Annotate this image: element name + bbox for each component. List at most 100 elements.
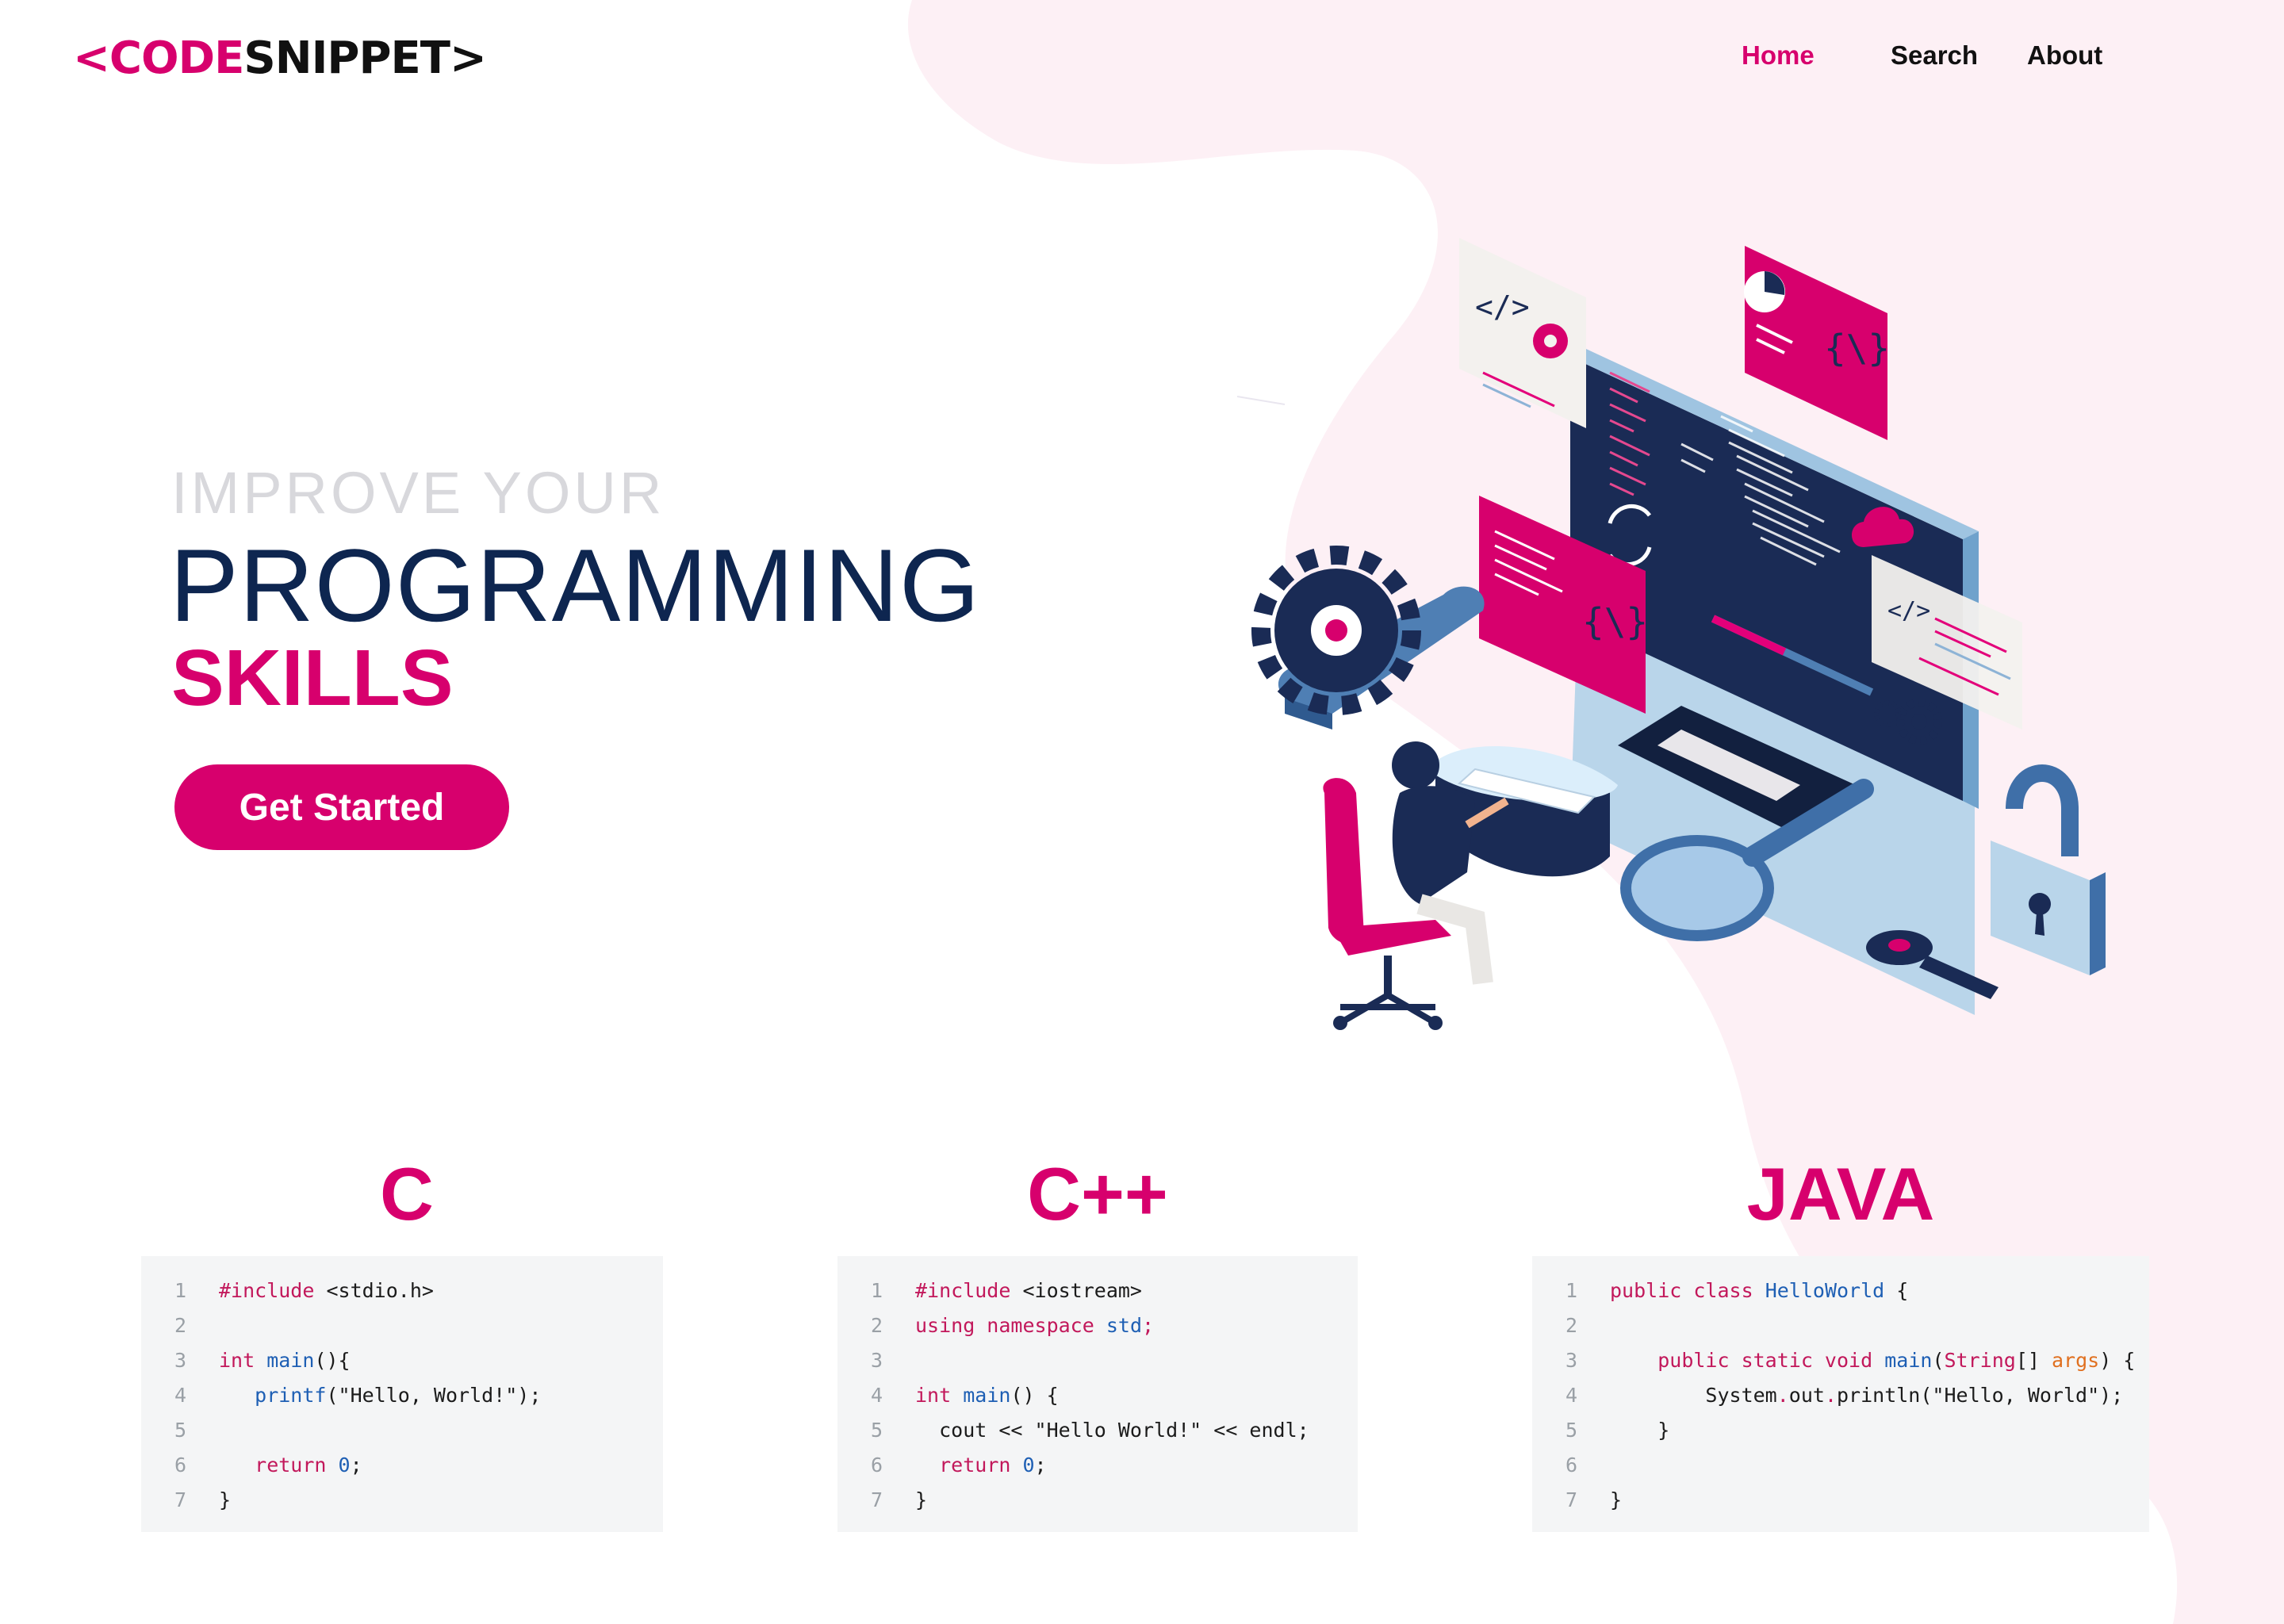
code-line: 2 [141,1308,663,1343]
code-token: { [1884,1279,1909,1302]
line-number: 5 [1565,1419,1578,1442]
code-line: 6 [1532,1448,2149,1483]
code-token: ) { [2099,1349,2136,1372]
logo-code-text: <CODE [73,33,244,84]
line-text: int main(){ [219,1343,351,1378]
line-number: 3 [174,1349,187,1372]
code-token: cout << "Hello World!" << endl; [915,1419,1309,1442]
line-text: System.out.println("Hello, World"); [1610,1378,2123,1413]
line-text: int main() { [915,1378,1059,1413]
code-line: 3 int main(){ [141,1343,663,1378]
lang-title-java: JAVA [1746,1152,1935,1235]
code-token: int [219,1349,255,1372]
line-number: 7 [174,1488,187,1511]
lang-title-cpp: C++ [1027,1152,1168,1235]
code-token: return [939,1454,1011,1477]
logo-snippet-text: SNIPPET> [243,33,486,84]
hero-title: PROGRAMMING [170,527,981,643]
line-number: 3 [1565,1349,1578,1372]
code-line: 7} [1532,1483,2149,1518]
code-token: #include [915,1279,1011,1302]
code-line: 4 int main() { [837,1378,1358,1413]
code-token: } [219,1488,232,1511]
line-number: 6 [871,1454,883,1477]
line-text: printf("Hello, World!"); [219,1378,541,1413]
code-card-cpp[interactable]: 1 #include <iostream> 2 using namespace std… [837,1256,1358,1532]
code-token: public static void [1657,1349,1873,1372]
code-token: } [1610,1488,1623,1511]
code-line: 4 printf("Hello, World!"); [141,1378,663,1413]
code-line: 5 [141,1413,663,1448]
line-number: 5 [871,1419,883,1442]
line-text: #include <stdio.h> [219,1274,434,1308]
line-number: 1 [1565,1279,1578,1302]
code-token: ( [1932,1349,1945,1372]
code-token: printf [255,1384,327,1407]
line-number: 4 [174,1384,187,1407]
code-token: (){ [314,1349,351,1372]
svg-text:</>: </> [1887,597,1930,625]
line-text: } [1610,1413,1669,1448]
code-token: 0 [338,1454,351,1477]
code-line: 1 #include <iostream> [837,1274,1358,1308]
get-started-button[interactable]: Get Started [174,764,509,850]
code-token: args [2051,1349,2100,1372]
code-line: 7} [837,1483,1358,1518]
glow-lines-icon [1237,396,1286,405]
code-token: out [1788,1384,1825,1407]
code-token: <stdio.h> [314,1279,434,1302]
code-line: 5 } [1532,1413,2149,1448]
code-token: using namespace [915,1314,1094,1337]
code-token: HelloWorld [1765,1279,1885,1302]
code-card-java[interactable]: 1 public class HelloWorld {2 3 public stat… [1532,1256,2149,1532]
code-token: ("Hello, World!"); [326,1384,542,1407]
nav-home-link[interactable]: Home [1742,40,1815,71]
brace-tag-icon: {\} [1824,327,1890,370]
nav-search-link[interactable]: Search [1891,40,1978,71]
line-text: } [915,1483,927,1518]
code-tag-icon: </> [1475,289,1530,324]
code-token: } [915,1488,928,1511]
code-line: 4 System.out.println("Hello, World"); [1532,1378,2149,1413]
code-token: public class [1610,1279,1753,1302]
code-token: ; [1034,1454,1047,1477]
code-token: String [1944,1349,2016,1372]
code-token: main [266,1349,315,1372]
code-token: ; [350,1454,362,1477]
line-number: 4 [871,1384,883,1407]
line-number: 2 [174,1314,187,1337]
code-token: [] [2015,1349,2052,1372]
code-line: 6 return 0; [141,1448,663,1483]
code-token: . [1776,1384,1789,1407]
line-text: } [219,1483,231,1518]
line-number: 6 [1565,1454,1578,1477]
site-logo[interactable]: <CODESNIPPET> [73,33,487,84]
line-number: 1 [871,1279,883,1302]
line-number: 7 [871,1488,883,1511]
code-token: } [1610,1419,1670,1442]
line-number: 3 [871,1349,883,1372]
code-panel-left-icon: </> [1459,238,1586,428]
code-token: main [1884,1349,1933,1372]
lang-title-c: C [380,1152,434,1235]
line-text: using namespace std; [915,1308,1154,1343]
code-token: std [1106,1314,1142,1337]
line-number: 5 [174,1419,187,1442]
line-text: public static void main(String[] args) { [1610,1343,2135,1378]
nav-about-link[interactable]: About [2027,40,2102,71]
line-text: return 0; [915,1448,1047,1483]
svg-text:{\}: {\} [1582,600,1648,643]
code-token: return [255,1454,327,1477]
code-line: 1 #include <stdio.h> [141,1274,663,1308]
code-line: 5 cout << "Hello World!" << endl; [837,1413,1358,1448]
padlock-icon [1991,764,2106,975]
line-number: 7 [1565,1488,1578,1511]
code-card-c[interactable]: 1 #include <stdio.h> 2 3 int main(){4 printf… [141,1256,663,1532]
